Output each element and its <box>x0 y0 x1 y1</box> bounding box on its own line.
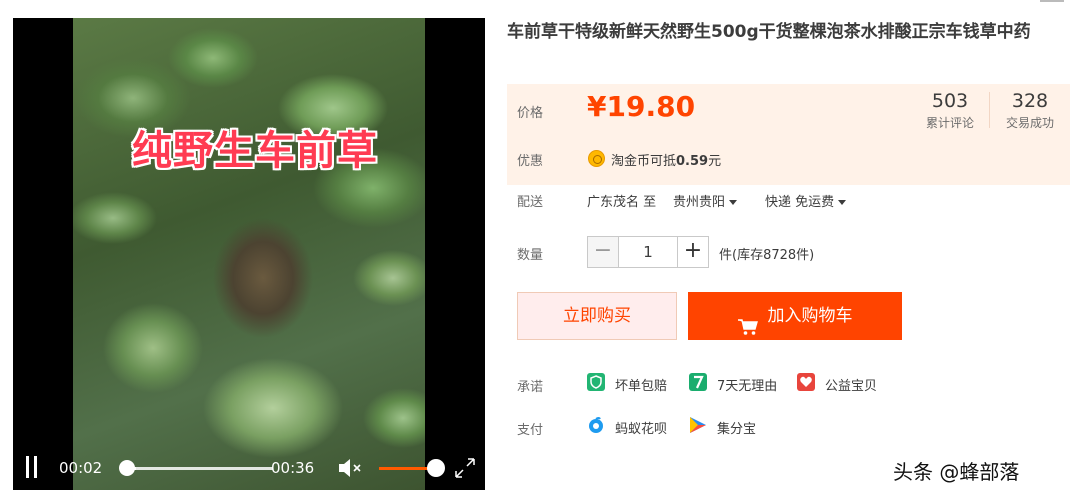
quantity-label: 数量 <box>517 248 544 263</box>
sales-count: 328 <box>1011 90 1049 112</box>
video-frame <box>73 18 425 490</box>
video-controls: 00:02 00:36 <box>13 446 485 490</box>
promo-text: 淘金币可抵0.59元 <box>611 154 722 169</box>
chevron-down-icon <box>729 200 738 205</box>
volume-knob[interactable] <box>427 459 445 477</box>
chevron-down-icon <box>838 200 847 205</box>
promise-label: 承诺 <box>517 380 544 395</box>
seven-day-icon <box>689 373 707 391</box>
fullscreen-icon[interactable] <box>453 456 477 480</box>
top-edge-tab <box>1040 0 1064 2</box>
cart-icon <box>737 307 758 335</box>
taojinbi-coin-icon <box>588 150 605 167</box>
add-to-cart-button[interactable]: 加入购物车 <box>688 292 902 340</box>
sales-stat: 328 交易成功 <box>997 90 1063 131</box>
buy-now-button[interactable]: 立即购买 <box>517 292 677 340</box>
shipping-row: 配送 广东茂名 至 贵州贵阳 快递 免运费 <box>507 185 1067 215</box>
ship-method-select[interactable]: 快递 免运费 <box>765 191 847 210</box>
promise-item-label: 7天无理由 <box>717 379 778 394</box>
payment-label: 支付 <box>517 423 544 438</box>
progress-knob[interactable] <box>119 460 135 476</box>
shield-icon <box>587 373 605 391</box>
reviews-count: 503 <box>931 90 969 112</box>
quantity-plus-button[interactable]: + <box>677 236 709 268</box>
price-panel: 价格 ¥19.80 503 累计评论 328 交易成功 优惠 淘金币可抵0.59… <box>507 84 1070 185</box>
stat-divider <box>989 92 990 128</box>
pause-icon[interactable] <box>25 456 39 478</box>
huabei-icon <box>587 416 605 434</box>
video-caption: 纯野生车前草 <box>132 128 378 174</box>
current-time: 00:02 <box>59 459 103 477</box>
price-value: ¥19.80 <box>587 90 696 123</box>
sales-label: 交易成功 <box>1005 116 1054 130</box>
jifenbao-icon <box>689 416 707 434</box>
payment-item-label: 蚂蚁花呗 <box>615 422 668 437</box>
price-label: 价格 <box>517 106 544 121</box>
add-to-cart-label: 加入购物车 <box>767 306 853 326</box>
video-player[interactable]: 纯野生车前草 00:02 00:36 <box>13 18 485 490</box>
stock-text: 件(库存8728件) <box>719 248 815 263</box>
heart-icon <box>797 373 815 391</box>
watermark: 头条 @蜂部落 <box>893 460 1020 484</box>
product-title: 车前草干特级新鲜天然野生500g干货整棵泡茶水排酸正宗车钱草中药 <box>507 22 1031 42</box>
total-time: 00:36 <box>271 459 315 477</box>
payment-row: 支付 蚂蚁花呗 集分宝 <box>507 413 1067 443</box>
quantity-row: 数量 − 1 + 件(库存8728件) <box>507 236 1067 268</box>
ship-from: 广东茂名 至 <box>587 195 657 210</box>
promise-item-label: 公益宝贝 <box>825 379 878 394</box>
quantity-input[interactable]: 1 <box>619 236 677 268</box>
progress-bar[interactable] <box>127 467 273 470</box>
quantity-minus-button[interactable]: − <box>587 236 619 268</box>
ship-to-select[interactable]: 贵州贵阳 <box>673 191 738 210</box>
speaker-icon[interactable] <box>337 457 363 479</box>
payment-item-label: 集分宝 <box>717 422 757 437</box>
promise-row: 承诺 坏单包赔 7天无理由 公益宝贝 <box>507 370 1067 400</box>
promo-label: 优惠 <box>517 154 544 169</box>
promise-item-label: 坏单包赔 <box>615 379 668 394</box>
reviews-label: 累计评论 <box>925 116 974 130</box>
shipping-label: 配送 <box>517 195 544 210</box>
reviews-stat[interactable]: 503 累计评论 <box>917 90 983 131</box>
